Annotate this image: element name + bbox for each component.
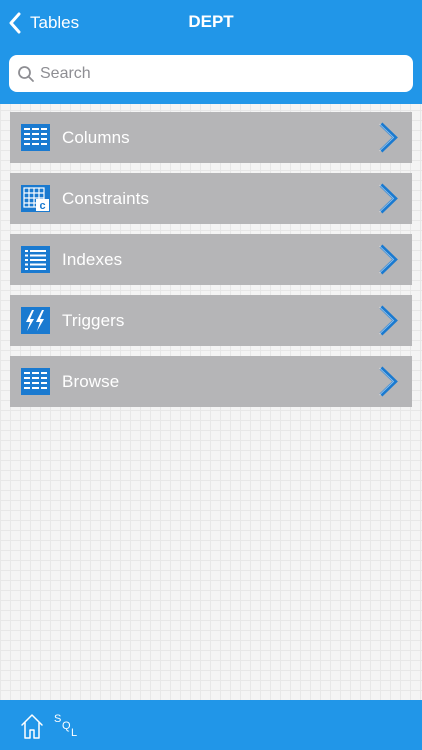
chevron-right-icon <box>379 305 398 336</box>
chevron-right-icon <box>379 122 398 153</box>
sql-letter-l: L <box>71 727 78 739</box>
menu-item-triggers[interactable]: Triggers <box>10 295 412 346</box>
menu-item-label: Triggers <box>62 311 125 330</box>
indexes-list-icon <box>21 246 50 273</box>
page-title: DEPT <box>188 12 234 31</box>
sql-letter-s: S <box>54 713 62 725</box>
columns-grid-icon <box>21 124 50 151</box>
browse-grid-icon <box>21 368 50 395</box>
chevron-right-icon <box>379 366 398 397</box>
menu-item-columns[interactable]: Columns <box>10 112 412 163</box>
sql-letter-q: Q <box>62 720 71 732</box>
sql-button[interactable]: S Q L <box>52 712 82 742</box>
chevron-right-icon <box>379 244 398 275</box>
menu-item-label: Constraints <box>62 189 150 208</box>
bottom-toolbar: S Q L <box>0 700 422 750</box>
nav-row: Tables DEPT <box>0 0 422 46</box>
search-input[interactable] <box>40 64 380 83</box>
triggers-lightning-icon <box>21 307 50 334</box>
chevron-right-icon <box>379 183 398 214</box>
menu-item-label: Browse <box>62 372 120 391</box>
menu-item-label: Indexes <box>62 250 123 269</box>
menu-list: Columns c Constraints Indexes Triggers B… <box>10 112 412 417</box>
home-icon[interactable] <box>20 712 44 740</box>
svg-text:c: c <box>39 200 45 212</box>
menu-item-browse[interactable]: Browse <box>10 356 412 407</box>
menu-item-indexes[interactable]: Indexes <box>10 234 412 285</box>
constraints-table-icon: c <box>21 185 50 212</box>
search-icon <box>18 65 34 82</box>
top-navigation-bar: Tables DEPT <box>0 0 422 104</box>
menu-item-constraints[interactable]: c Constraints <box>10 173 412 224</box>
search-bar[interactable] <box>9 55 413 92</box>
menu-item-label: Columns <box>62 128 130 147</box>
